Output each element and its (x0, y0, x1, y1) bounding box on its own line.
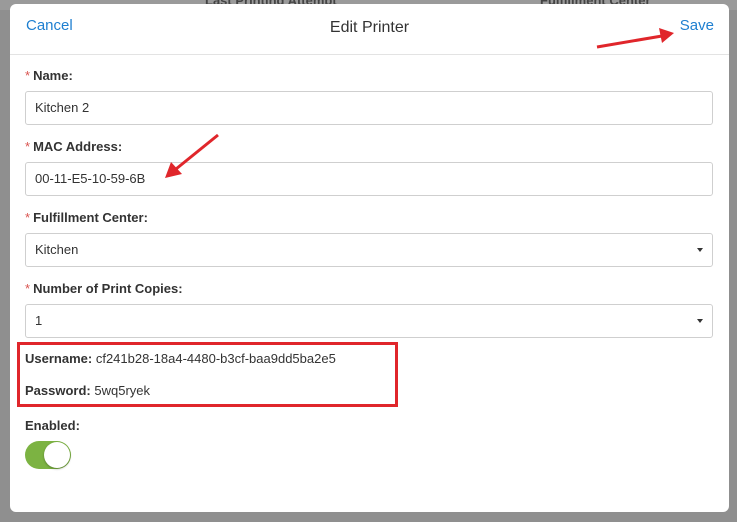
chevron-down-icon (697, 248, 703, 252)
fulfillment-center-select[interactable]: Kitchen (25, 233, 713, 267)
required-marker: * (25, 139, 31, 154)
print-copies-select[interactable]: 1 (25, 304, 713, 338)
mac-address-value: 00-11-E5-10-59-6B (35, 171, 146, 186)
fulfillment-center-value: Kitchen (35, 242, 79, 257)
name-field[interactable]: Kitchen 2 (25, 91, 713, 125)
required-marker: * (25, 281, 31, 296)
chevron-down-icon (697, 319, 703, 323)
print-copies-value: 1 (35, 313, 43, 328)
modal-header: Cancel Edit Printer Save (10, 4, 729, 55)
mac-address-field[interactable]: 00-11-E5-10-59-6B (25, 162, 713, 196)
enabled-toggle[interactable] (25, 441, 71, 469)
required-marker: * (25, 210, 31, 225)
edit-printer-modal: Cancel Edit Printer Save * Name: Kitchen … (10, 4, 729, 512)
required-marker: * (25, 68, 31, 83)
save-button[interactable]: Save (680, 17, 714, 34)
toggle-knob (44, 442, 70, 468)
enabled-label: Enabled: (25, 418, 80, 433)
fulfillment-center-label: * Fulfillment Center: (25, 210, 148, 225)
modal-title: Edit Printer (329, 19, 410, 36)
name-label: * Name: (25, 68, 73, 83)
credentials-highlight-box (17, 342, 398, 407)
print-copies-label: * Number of Print Copies: (25, 281, 183, 296)
name-value: Kitchen 2 (35, 100, 90, 115)
mac-address-label: * MAC Address: (25, 139, 123, 154)
